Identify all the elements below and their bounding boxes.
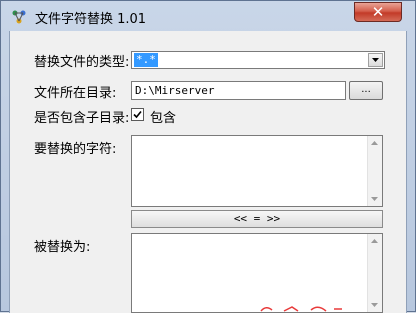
file-type-value: *.*: [134, 53, 158, 67]
app-window: 文件字符替换 1.01 ✕ 替换文件的类型: *.* 文件所在目录: D:\Mi…: [0, 0, 416, 313]
browse-button[interactable]: ...: [349, 81, 383, 100]
scroll-up-icon[interactable]: [371, 141, 378, 145]
include-sub-label: 是否包含子目录:: [34, 111, 130, 126]
scroll-up-icon[interactable]: [371, 239, 378, 243]
dir-label: 文件所在目录:: [34, 86, 117, 101]
dir-value: D:\Mirserver: [135, 84, 215, 97]
swap-button[interactable]: << = >>: [131, 210, 383, 228]
window-title: 文件字符替换 1.01: [35, 12, 147, 27]
replace-label: 被替换为:: [34, 240, 91, 255]
watermark-graphic: [260, 306, 342, 312]
find-textarea[interactable]: [131, 135, 383, 207]
dialog-body: 替换文件的类型: *.* 文件所在目录: D:\Mirserver ... 是否…: [9, 31, 407, 313]
close-button[interactable]: ✕: [354, 2, 402, 22]
dir-input[interactable]: D:\Mirserver: [131, 81, 346, 100]
check-icon: [133, 110, 142, 119]
scrollbar[interactable]: [367, 234, 382, 312]
chevron-down-icon[interactable]: [368, 53, 383, 67]
scroll-down-icon[interactable]: [371, 303, 378, 307]
app-icon: [11, 9, 27, 25]
include-sub-checkbox[interactable]: [131, 108, 144, 121]
include-sub-text: 包含: [150, 111, 177, 126]
scrollbar[interactable]: [367, 136, 382, 206]
title-bar[interactable]: 文件字符替换 1.01 ✕: [1, 1, 415, 31]
find-label: 要替换的字符:: [34, 142, 117, 157]
file-type-select[interactable]: *.*: [131, 51, 385, 69]
scroll-down-icon[interactable]: [371, 197, 378, 201]
file-type-label: 替换文件的类型:: [34, 55, 130, 70]
